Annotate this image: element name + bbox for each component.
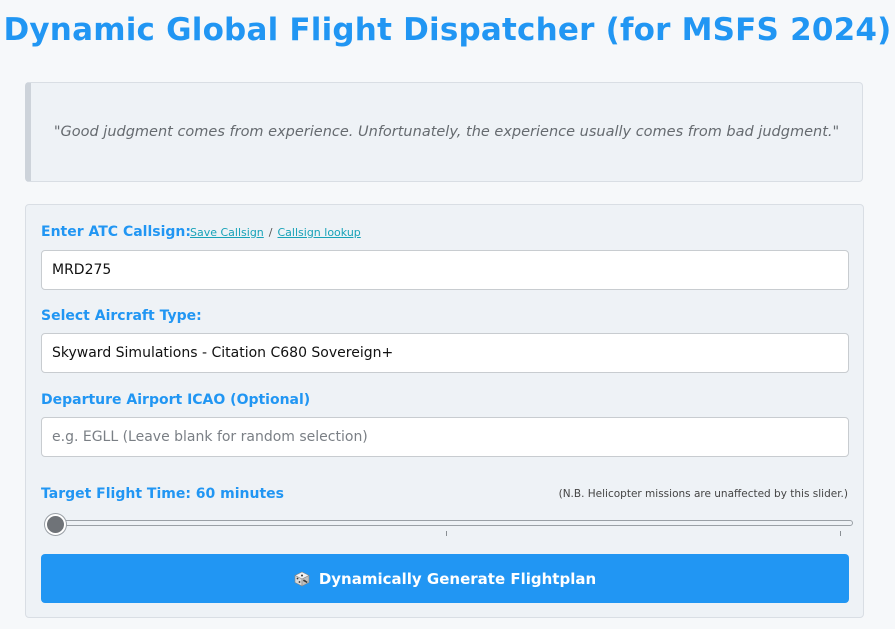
flight-form: Enter ATC Callsign: Save Callsign / Callsi… (25, 204, 864, 618)
generate-flightplan-button[interactable]: Dynamically Generate Flightplan (41, 554, 849, 603)
departure-label: Departure Airport ICAO (Optional) (41, 392, 311, 408)
callsign-lookup-link[interactable]: Callsign lookup (278, 226, 361, 239)
flight-time-slider-thumb[interactable] (45, 514, 66, 535)
callsign-links: Save Callsign / Callsign lookup (190, 226, 361, 239)
flight-time-label: Target Flight Time: 60 minutes (41, 486, 284, 502)
quote-text: "Good judgment comes from experience. Un… (53, 124, 840, 140)
link-separator: / (268, 226, 273, 239)
departure-icao-input[interactable] (41, 417, 849, 457)
quote-box: "Good judgment comes from experience. Un… (25, 82, 863, 182)
slider-tick-end (840, 531, 841, 536)
save-callsign-link[interactable]: Save Callsign (190, 226, 264, 239)
callsign-label: Enter ATC Callsign: (41, 224, 191, 240)
aircraft-select[interactable]: Skyward Simulations - Citation C680 Sove… (41, 333, 849, 373)
page-title: Dynamic Global Flight Dispatcher (for MS… (3, 12, 892, 48)
aircraft-selected-value: Skyward Simulations - Citation C680 Sove… (52, 345, 394, 361)
dice-icon (294, 571, 310, 587)
helicopter-note: (N.B. Helicopter missions are unaffected… (558, 488, 848, 500)
callsign-input[interactable] (41, 250, 849, 290)
flight-time-slider-track[interactable] (46, 520, 853, 526)
aircraft-label: Select Aircraft Type: (41, 308, 202, 324)
generate-button-label: Dynamically Generate Flightplan (318, 569, 597, 588)
slider-tick-mid (446, 531, 447, 536)
